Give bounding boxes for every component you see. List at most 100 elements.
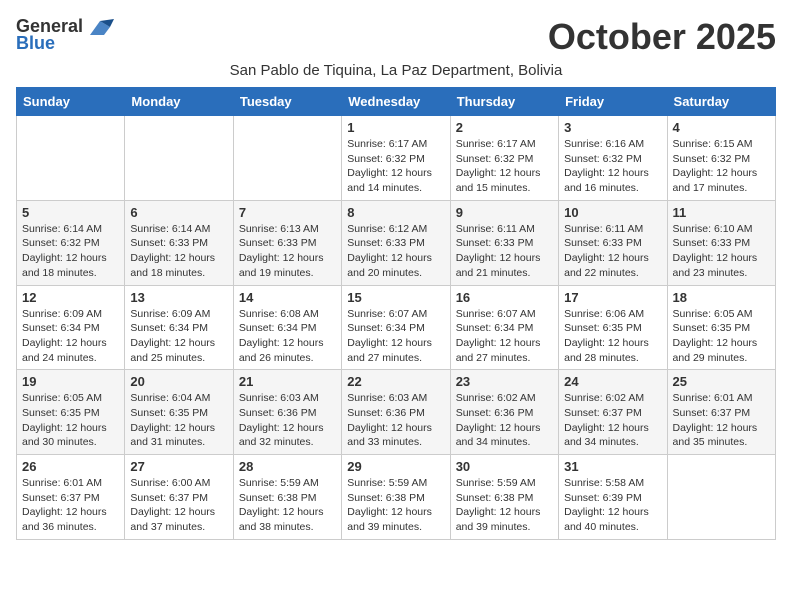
day-number: 28 [239,459,336,474]
calendar-header-wednesday: Wednesday [342,88,450,116]
day-info: Sunrise: 6:03 AMSunset: 6:36 PMDaylight:… [239,391,336,450]
calendar-header-row: SundayMondayTuesdayWednesdayThursdayFrid… [17,88,776,116]
day-number: 26 [22,459,119,474]
day-number: 5 [22,205,119,220]
day-number: 4 [673,120,770,135]
calendar-cell: 21 Sunrise: 6:03 AMSunset: 6:36 PMDayligh… [233,370,341,455]
calendar-cell: 22 Sunrise: 6:03 AMSunset: 6:36 PMDayligh… [342,370,450,455]
day-number: 17 [564,290,661,305]
calendar-cell: 10Sunrise: 6:11 AMSunset: 6:33 PMDayligh… [559,200,667,285]
day-info: Sunrise: 5:58 AMSunset: 6:39 PMDaylight:… [564,476,661,535]
calendar-cell: 28 Sunrise: 5:59 AMSunset: 6:38 PMDayligh… [233,455,341,540]
day-number: 19 [22,374,119,389]
day-number: 21 [239,374,336,389]
logo-bird-icon [86,17,114,37]
calendar-cell: 31Sunrise: 5:58 AMSunset: 6:39 PMDayligh… [559,455,667,540]
day-number: 24 [564,374,661,389]
day-number: 25 [673,374,770,389]
day-number: 12 [22,290,119,305]
day-info: Sunrise: 5:59 AMSunset: 6:38 PMDaylight:… [456,476,553,535]
day-number: 3 [564,120,661,135]
day-number: 15 [347,290,444,305]
calendar-header-friday: Friday [559,88,667,116]
calendar-cell: 27Sunrise: 6:00 AMSunset: 6:37 PMDayligh… [125,455,233,540]
calendar-cell: 9 Sunrise: 6:11 AMSunset: 6:33 PMDaylight… [450,200,558,285]
day-number: 7 [239,205,336,220]
day-info: Sunrise: 6:10 AMSunset: 6:33 PMDaylight:… [673,222,770,281]
calendar-cell: 8Sunrise: 6:12 AMSunset: 6:33 PMDaylight… [342,200,450,285]
calendar-cell: 6Sunrise: 6:14 AMSunset: 6:33 PMDaylight… [125,200,233,285]
day-number: 14 [239,290,336,305]
day-info: Sunrise: 6:17 AMSunset: 6:32 PMDaylight:… [456,137,553,196]
calendar-header-tuesday: Tuesday [233,88,341,116]
calendar-week-row: 1 Sunrise: 6:17 AMSunset: 6:32 PMDaylight… [17,116,776,201]
calendar-cell: 5 Sunrise: 6:14 AMSunset: 6:32 PMDaylight… [17,200,125,285]
day-number: 10 [564,205,661,220]
calendar-cell: 20 Sunrise: 6:04 AMSunset: 6:35 PMDayligh… [125,370,233,455]
calendar-cell [667,455,775,540]
day-number: 16 [456,290,553,305]
calendar-cell: 19 Sunrise: 6:05 AMSunset: 6:35 PMDayligh… [17,370,125,455]
day-info: Sunrise: 6:13 AMSunset: 6:33 PMDaylight:… [239,222,336,281]
day-number: 9 [456,205,553,220]
day-number: 1 [347,120,444,135]
calendar-cell: 24Sunrise: 6:02 AMSunset: 6:37 PMDayligh… [559,370,667,455]
calendar-cell [233,116,341,201]
day-number: 18 [673,290,770,305]
day-info: Sunrise: 6:11 AMSunset: 6:33 PMDaylight:… [456,222,553,281]
day-info: Sunrise: 6:08 AMSunset: 6:34 PMDaylight:… [239,307,336,366]
day-number: 30 [456,459,553,474]
day-info: Sunrise: 6:14 AMSunset: 6:32 PMDaylight:… [22,222,119,281]
day-info: Sunrise: 6:01 AMSunset: 6:37 PMDaylight:… [22,476,119,535]
day-number: 13 [130,290,227,305]
calendar-cell: 1 Sunrise: 6:17 AMSunset: 6:32 PMDaylight… [342,116,450,201]
calendar-header-monday: Monday [125,88,233,116]
month-title: October 2025 [548,16,776,58]
calendar-cell: 3 Sunrise: 6:16 AMSunset: 6:32 PMDaylight… [559,116,667,201]
calendar-week-row: 5 Sunrise: 6:14 AMSunset: 6:32 PMDaylight… [17,200,776,285]
day-info: Sunrise: 6:00 AMSunset: 6:37 PMDaylight:… [130,476,227,535]
day-info: Sunrise: 6:05 AMSunset: 6:35 PMDaylight:… [22,391,119,450]
subtitle: San Pablo de Tiquina, La Paz Department,… [16,62,776,79]
day-number: 20 [130,374,227,389]
calendar-header-saturday: Saturday [667,88,775,116]
calendar-cell: 16 Sunrise: 6:07 AMSunset: 6:34 PMDayligh… [450,285,558,370]
calendar-week-row: 12 Sunrise: 6:09 AMSunset: 6:34 PMDayligh… [17,285,776,370]
day-info: Sunrise: 6:06 AMSunset: 6:35 PMDaylight:… [564,307,661,366]
calendar-table: SundayMondayTuesdayWednesdayThursdayFrid… [16,87,776,540]
calendar-cell: 12 Sunrise: 6:09 AMSunset: 6:34 PMDayligh… [17,285,125,370]
day-info: Sunrise: 6:02 AMSunset: 6:36 PMDaylight:… [456,391,553,450]
day-info: Sunrise: 5:59 AMSunset: 6:38 PMDaylight:… [239,476,336,535]
calendar-cell: 18Sunrise: 6:05 AMSunset: 6:35 PMDayligh… [667,285,775,370]
day-number: 29 [347,459,444,474]
day-info: Sunrise: 6:09 AMSunset: 6:34 PMDaylight:… [130,307,227,366]
day-info: Sunrise: 6:15 AMSunset: 6:32 PMDaylight:… [673,137,770,196]
calendar-cell: 30 Sunrise: 5:59 AMSunset: 6:38 PMDayligh… [450,455,558,540]
day-info: Sunrise: 6:07 AMSunset: 6:34 PMDaylight:… [347,307,444,366]
page-header: General Blue October 2025 [16,16,776,58]
calendar-cell: 4 Sunrise: 6:15 AMSunset: 6:32 PMDaylight… [667,116,775,201]
day-info: Sunrise: 6:16 AMSunset: 6:32 PMDaylight:… [564,137,661,196]
logo-blue: Blue [16,33,55,54]
day-info: Sunrise: 6:09 AMSunset: 6:34 PMDaylight:… [22,307,119,366]
day-info: Sunrise: 6:03 AMSunset: 6:36 PMDaylight:… [347,391,444,450]
day-number: 11 [673,205,770,220]
calendar-cell: 26 Sunrise: 6:01 AMSunset: 6:37 PMDayligh… [17,455,125,540]
calendar-cell: 29 Sunrise: 5:59 AMSunset: 6:38 PMDayligh… [342,455,450,540]
day-info: Sunrise: 6:01 AMSunset: 6:37 PMDaylight:… [673,391,770,450]
calendar-cell: 14 Sunrise: 6:08 AMSunset: 6:34 PMDayligh… [233,285,341,370]
calendar-header-sunday: Sunday [17,88,125,116]
calendar-cell: 15 Sunrise: 6:07 AMSunset: 6:34 PMDayligh… [342,285,450,370]
day-number: 2 [456,120,553,135]
day-info: Sunrise: 6:14 AMSunset: 6:33 PMDaylight:… [130,222,227,281]
calendar-cell: 17 Sunrise: 6:06 AMSunset: 6:35 PMDayligh… [559,285,667,370]
day-number: 8 [347,205,444,220]
calendar-cell: 7 Sunrise: 6:13 AMSunset: 6:33 PMDaylight… [233,200,341,285]
day-info: Sunrise: 6:17 AMSunset: 6:32 PMDaylight:… [347,137,444,196]
calendar-cell: 25 Sunrise: 6:01 AMSunset: 6:37 PMDayligh… [667,370,775,455]
calendar-cell [17,116,125,201]
day-info: Sunrise: 5:59 AMSunset: 6:38 PMDaylight:… [347,476,444,535]
day-info: Sunrise: 6:07 AMSunset: 6:34 PMDaylight:… [456,307,553,366]
day-number: 22 [347,374,444,389]
day-info: Sunrise: 6:04 AMSunset: 6:35 PMDaylight:… [130,391,227,450]
